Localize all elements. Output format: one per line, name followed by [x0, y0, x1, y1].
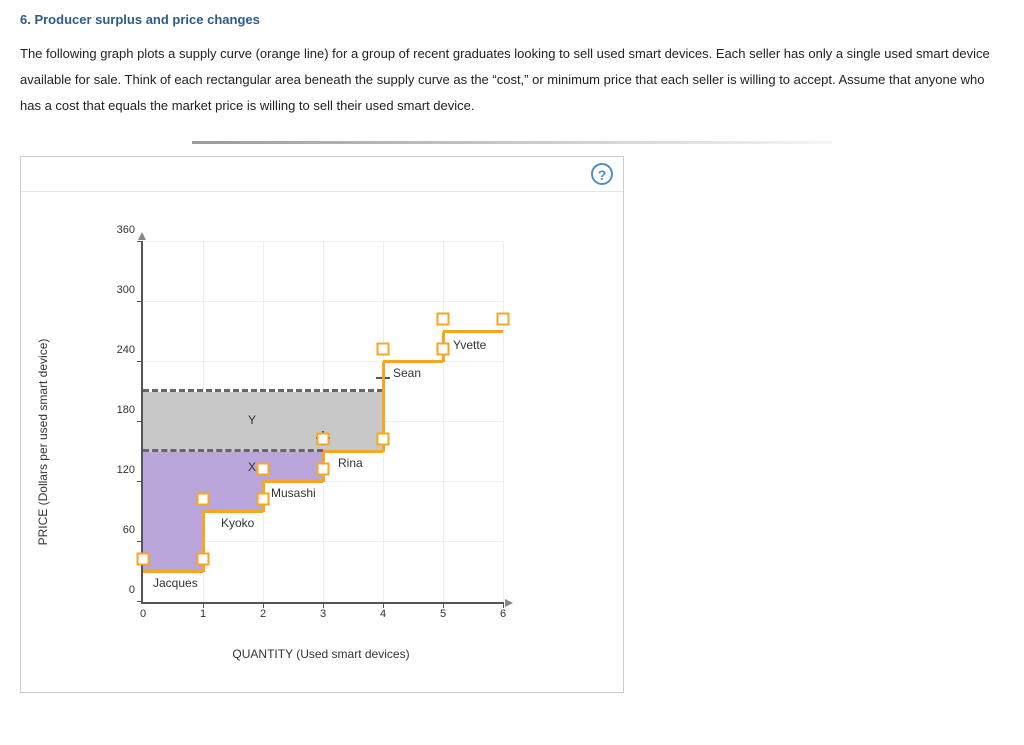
- y-tick-240: 240: [117, 344, 143, 356]
- handle[interactable]: [317, 463, 330, 476]
- panel-toolbar: ?: [21, 157, 623, 192]
- x-tick-5: 5: [440, 602, 446, 620]
- handle[interactable]: [377, 433, 390, 446]
- y-tick-180: 180: [117, 404, 143, 416]
- label-yvette: Yvette: [453, 338, 486, 352]
- label-musashi: Musashi: [271, 486, 316, 500]
- handle[interactable]: [437, 343, 450, 356]
- supply-seg[interactable]: [383, 360, 443, 363]
- label-kyoko: Kyoko: [221, 516, 254, 530]
- tick: [137, 241, 143, 242]
- label-sean: Sean: [393, 366, 421, 380]
- gridline: [503, 242, 504, 602]
- intro-paragraph: The following graph plots a supply curve…: [20, 41, 1004, 119]
- section-heading: 6. Producer surplus and price changes: [20, 12, 1004, 27]
- gridline: [443, 242, 444, 602]
- region-y: [143, 392, 383, 452]
- x-tick-3: 3: [320, 602, 326, 620]
- divider: [192, 141, 832, 144]
- handle[interactable]: [437, 313, 450, 326]
- gridline: [143, 301, 503, 302]
- supply-seg[interactable]: [443, 330, 503, 333]
- region-x-musashi: [263, 452, 323, 482]
- x-tick-6: 6: [500, 602, 506, 620]
- x-tick-1: 1: [200, 602, 206, 620]
- x-tick-4: 4: [380, 602, 386, 620]
- handle[interactable]: [197, 493, 210, 506]
- handle[interactable]: [257, 493, 270, 506]
- region-x-jacques: [143, 452, 203, 572]
- handle[interactable]: [317, 433, 330, 446]
- supply-seg[interactable]: [143, 570, 203, 573]
- handle[interactable]: [197, 553, 210, 566]
- y-tick-360: 360: [117, 224, 143, 236]
- supply-seg[interactable]: [203, 510, 263, 513]
- label-region-x: X: [248, 460, 256, 474]
- y-tick-300: 300: [117, 284, 143, 296]
- y-tick-60: 60: [123, 524, 143, 536]
- plot-container: PRICE (Dollars per used smart device) QU…: [21, 192, 623, 692]
- handle[interactable]: [137, 553, 150, 566]
- help-icon[interactable]: ?: [591, 163, 613, 185]
- x-axis-label: QUANTITY (Used smart devices): [232, 647, 409, 661]
- handle[interactable]: [497, 313, 510, 326]
- y-tick-0: 0: [129, 584, 143, 596]
- handle[interactable]: [257, 463, 270, 476]
- graph-panel: ? PRICE (Dollars per used smart device) …: [20, 156, 624, 693]
- label-region-y: Y: [248, 413, 256, 427]
- supply-seg[interactable]: [323, 450, 383, 453]
- supply-seg[interactable]: [263, 480, 323, 483]
- y-tick-120: 120: [117, 464, 143, 476]
- tick: [137, 301, 143, 302]
- price-line-upper[interactable]: [143, 389, 383, 392]
- gridline: [143, 361, 503, 362]
- y-axis-label: PRICE (Dollars per used smart device): [36, 339, 50, 546]
- x-tick-2: 2: [260, 602, 266, 620]
- label-rina: Rina: [338, 456, 363, 470]
- x-tick-0: 0: [140, 602, 146, 620]
- handle[interactable]: [377, 343, 390, 356]
- tick: [137, 361, 143, 362]
- price-line-lower[interactable]: [143, 449, 323, 452]
- gridline: [143, 241, 503, 242]
- x-axis-arrow-icon: [505, 599, 513, 607]
- label-jacques: Jacques: [153, 576, 198, 590]
- plot-area[interactable]: 0 60 120 180 240 300 360 0 1 2 3 4 5: [141, 242, 503, 604]
